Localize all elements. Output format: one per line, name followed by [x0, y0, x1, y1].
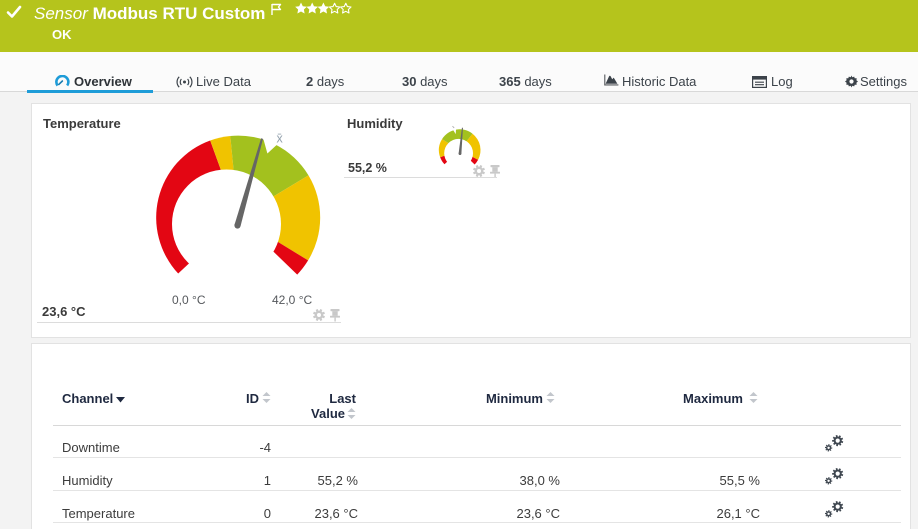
svg-text:x̄: x̄ [277, 132, 284, 146]
